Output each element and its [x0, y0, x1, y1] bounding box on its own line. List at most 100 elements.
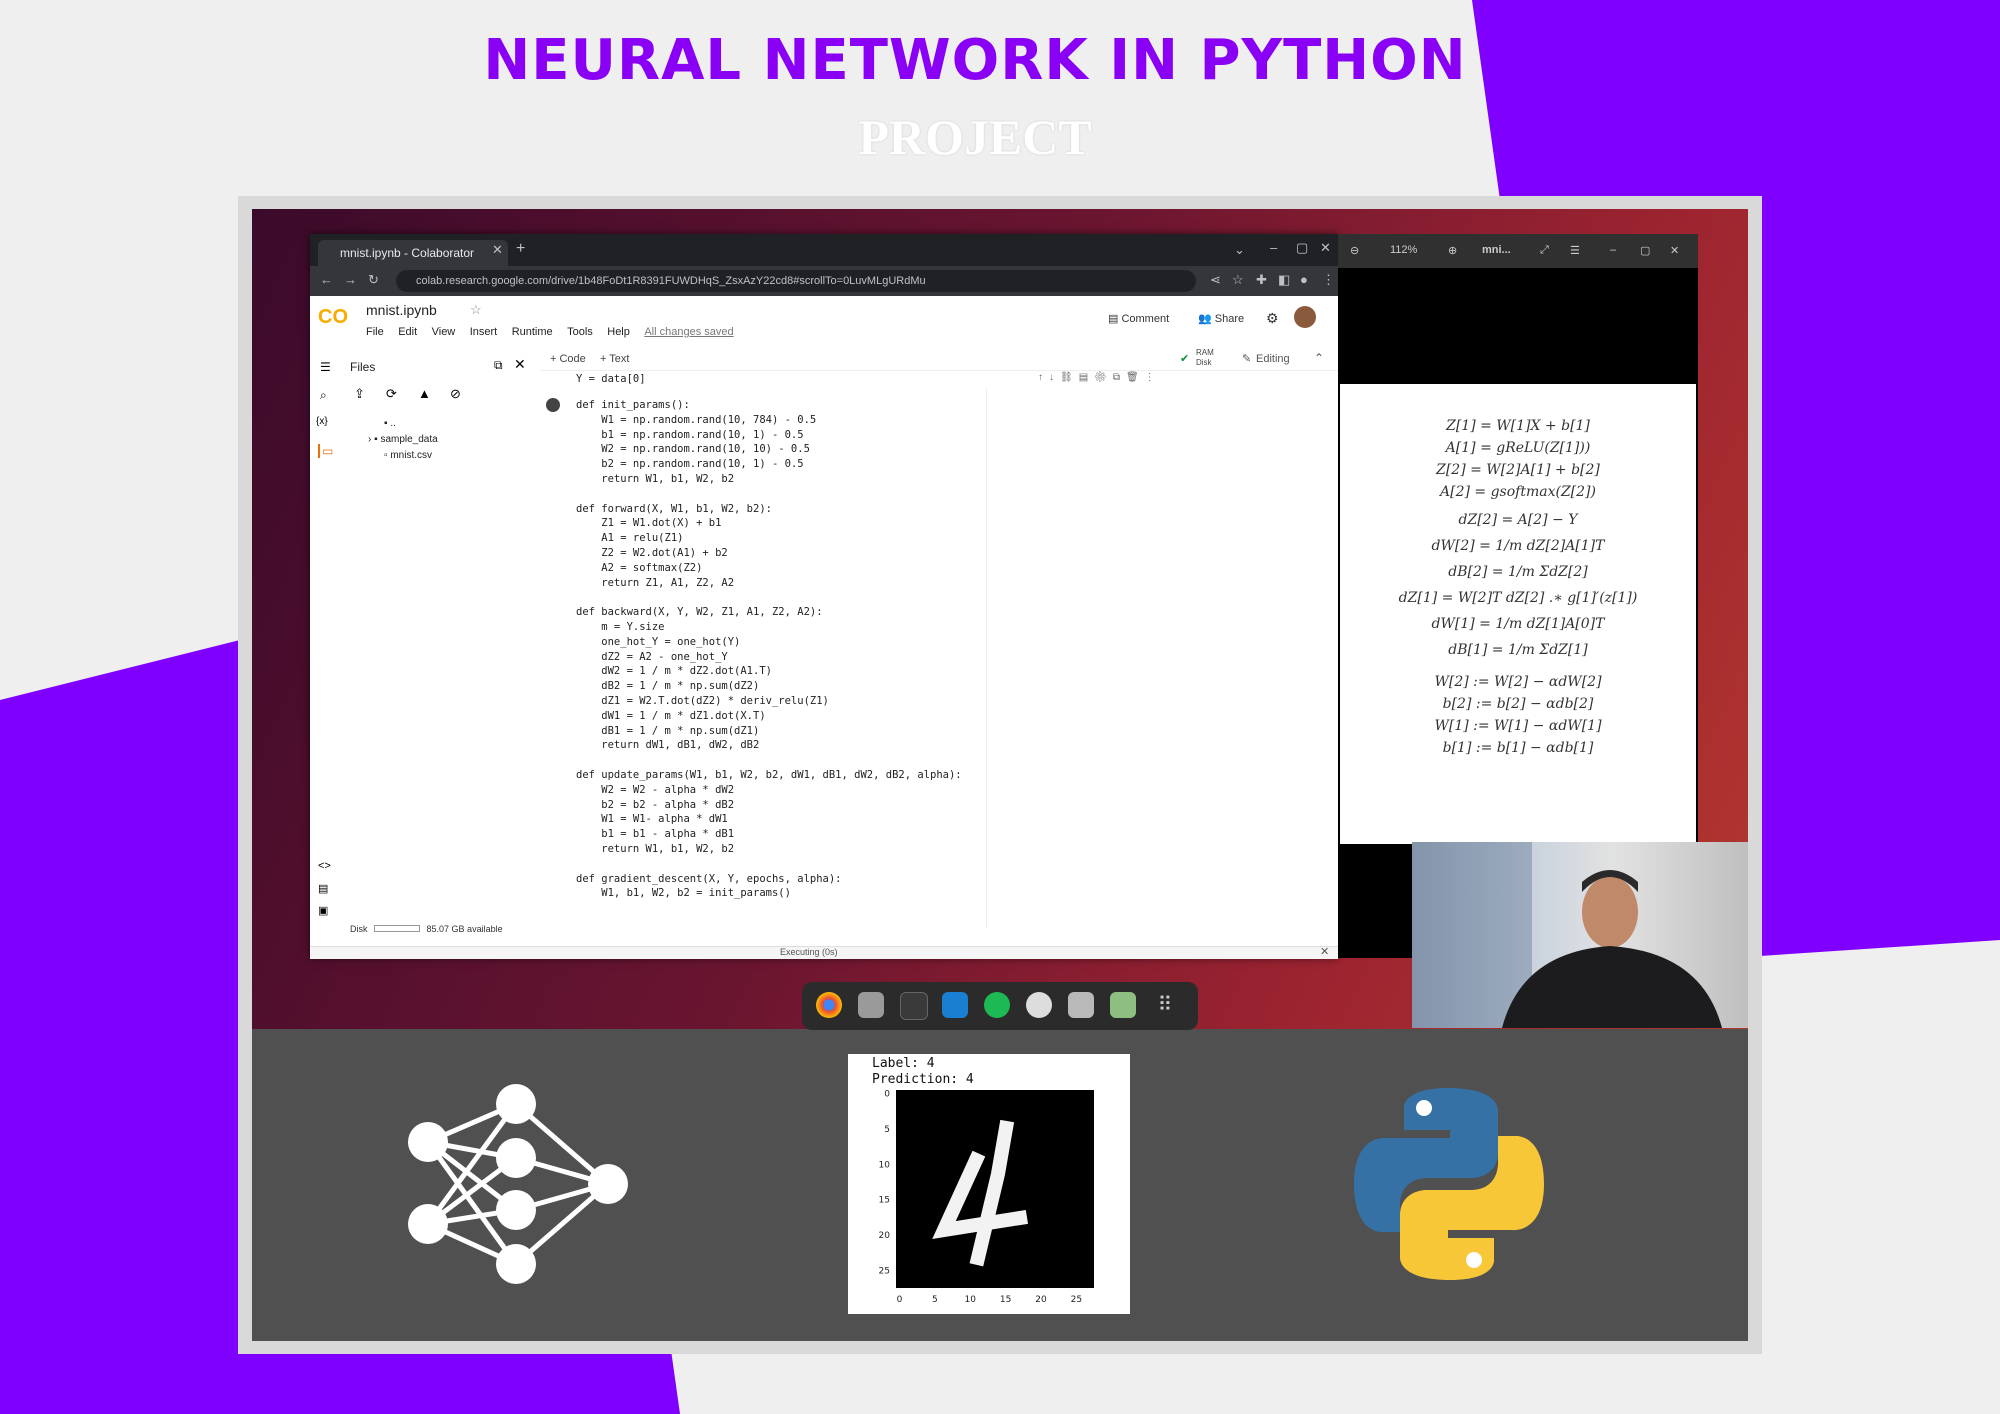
code-line: dZ1 = W2.T.dot(dZ2) * deriv_relu(Z1) [576, 694, 829, 707]
extensions-icon[interactable]: ✚ [1256, 272, 1267, 288]
close-window-icon[interactable]: ✕ [1320, 240, 1331, 256]
terminal-app-icon[interactable] [900, 992, 928, 1020]
code-line: def gradient_descent(X, Y, epochs, alpha… [576, 872, 842, 885]
file-tree-item[interactable]: ▫ mnist.csv [384, 450, 432, 461]
maximize-icon[interactable]: ▢ [1296, 240, 1308, 256]
menu-file[interactable]: File [366, 326, 384, 338]
bookmark-star-icon[interactable]: ☆ [1232, 272, 1244, 288]
page-subtitle: PROJECT [858, 109, 1092, 165]
comment-button[interactable]: ▤ Comment [1108, 312, 1169, 325]
pdf-minimize-icon[interactable]: – [1610, 244, 1616, 256]
x-tick-label: 5 [932, 1295, 938, 1305]
menu-help[interactable]: Help [607, 326, 630, 338]
new-window-icon[interactable]: ⧉ [494, 358, 503, 373]
equation-line: W[2] := W[2] − αdW[2] [1434, 674, 1602, 690]
app-grid-icon[interactable]: ⠿ [1152, 992, 1178, 1018]
code-line: b2 = np.random.rand(10, 1) - 0.5 [576, 458, 804, 471]
trash-icon[interactable] [1110, 992, 1136, 1018]
equation-line: dW[1] = 1/m dZ[1]A[0]T [1431, 616, 1605, 632]
close-tab-icon[interactable]: ✕ [492, 242, 503, 258]
share-button[interactable]: 👥 Share [1198, 312, 1244, 325]
close-pane-icon[interactable]: ✕ [514, 356, 526, 373]
equation-line: W[1] := W[1] − αdW[1] [1434, 718, 1602, 734]
tab-search-icon[interactable]: ⌄ [1234, 242, 1245, 258]
comment-icon: ▤ [1108, 313, 1122, 325]
colab-logo-icon[interactable]: CO [318, 306, 348, 329]
upload-file-icon[interactable]: ⇪ [354, 386, 365, 402]
forward-icon[interactable]: → [344, 272, 357, 287]
x-tick-label: 10 [965, 1295, 977, 1305]
zoom-out-icon[interactable]: ⊖ [1350, 244, 1359, 257]
menu-insert[interactable]: Insert [470, 326, 498, 338]
document-viewer-icon[interactable] [1068, 992, 1094, 1018]
avatar[interactable] [1294, 306, 1316, 328]
notebook-title[interactable]: mnist.ipynb [366, 302, 437, 318]
new-tab-icon[interactable]: + [516, 240, 525, 258]
equation-line: dZ[2] = A[2] − Y [1458, 512, 1578, 528]
code-line: def backward(X, Y, W2, Z1, A1, Z2, A2): [576, 606, 823, 619]
terminal-icon[interactable]: ▣ [318, 904, 328, 917]
side-panel-icon[interactable]: ◧ [1278, 272, 1290, 288]
variables-icon[interactable]: {x} [316, 416, 328, 427]
code-line: dB1 = 1 / m * np.sum(dZ1) [576, 724, 760, 737]
save-status[interactable]: All changes saved [644, 326, 733, 338]
code-line: W1, b1, W2, b2 = init_params() [576, 887, 791, 900]
profile-icon[interactable]: ● [1300, 272, 1308, 287]
back-icon[interactable]: ← [320, 272, 333, 287]
code-line: dW2 = 1 / m * dZ2.dot(A1.T) [576, 665, 772, 678]
pdf-menu-icon[interactable]: ☰ [1570, 244, 1580, 257]
star-icon[interactable]: ☆ [470, 302, 482, 318]
share-page-icon[interactable]: ⋖ [1210, 272, 1221, 288]
edit-pencil-icon[interactable]: ✎ [1242, 352, 1251, 365]
reload-icon[interactable]: ↻ [368, 272, 379, 288]
code-line: def init_params(): [576, 399, 690, 411]
files-app-icon[interactable] [858, 992, 884, 1018]
menu-runtime[interactable]: Runtime [512, 326, 553, 338]
address-bar[interactable]: colab.research.google.com/drive/1b48FoDt… [396, 270, 1196, 292]
files-title: Files [350, 360, 376, 374]
menu-view[interactable]: View [432, 326, 456, 338]
fullscreen-icon[interactable]: ⤢ [1540, 244, 1549, 257]
browser-menu-icon[interactable]: ⋮ [1322, 272, 1335, 288]
menu-edit[interactable]: Edit [398, 326, 417, 338]
label-text: Label: 4 [872, 1056, 935, 1071]
previous-cell-code[interactable]: Y = data[0] [576, 372, 646, 387]
spotify-icon[interactable] [984, 992, 1010, 1018]
toc-icon[interactable]: ☰ [320, 360, 331, 374]
code-snippets-icon[interactable]: <> [318, 860, 331, 872]
pdf-maximize-icon[interactable]: ▢ [1640, 244, 1650, 257]
mount-drive-icon[interactable]: ▲ [418, 386, 431, 401]
obs-icon[interactable] [1026, 992, 1052, 1018]
files-folder-icon[interactable]: ▭ [318, 444, 333, 458]
notebook-area: + Code + Text ✔ RAM Disk ✎ Editing ⌃ Y =… [540, 348, 1338, 946]
add-code-button[interactable]: + Code [550, 353, 586, 365]
zoom-in-icon[interactable]: ⊕ [1448, 244, 1457, 257]
browser-tab[interactable]: mnist.ipynb - Colaborator [318, 240, 508, 266]
refresh-folder-icon[interactable]: ⟳ [386, 386, 397, 402]
zoom-level[interactable]: 112% [1390, 244, 1417, 256]
code-line: A2 = softmax(Z2) [576, 561, 703, 574]
pdf-toolbar: ⊖ 112% ⊕ mni... ⤢ ☰ – ▢ ✕ [1338, 234, 1698, 268]
add-text-button[interactable]: + Text [600, 353, 629, 365]
run-cell-button[interactable] [546, 398, 560, 412]
close-status-icon[interactable]: ✕ [1320, 945, 1329, 958]
search-icon[interactable]: ⌕ [320, 388, 327, 403]
minimize-icon[interactable]: – [1270, 240, 1277, 255]
settings-gear-icon[interactable]: ⚙ [1266, 310, 1279, 327]
chrome-icon[interactable] [816, 992, 842, 1018]
menu-tools[interactable]: Tools [567, 326, 593, 338]
hide-files-icon[interactable]: ⊘ [450, 386, 461, 402]
cell-toolbar[interactable]: ↑↓⛓▤⚙⧉🗑⋮ [1038, 372, 1161, 383]
vscode-icon[interactable] [942, 992, 968, 1018]
file-tree-item[interactable]: › ▪ sample_data [368, 434, 438, 445]
collapse-header-icon[interactable]: ⌃ [1314, 351, 1324, 365]
command-palette-icon[interactable]: ▤ [318, 882, 328, 895]
file-tree-item[interactable]: ▪ .. [384, 418, 396, 429]
pdf-close-icon[interactable]: ✕ [1670, 244, 1679, 257]
editing-mode[interactable]: Editing [1256, 353, 1290, 365]
code-line: W2 = np.random.rand(10, 10) - 0.5 [576, 443, 810, 456]
equation-line: dB[1] = 1/m ΣdZ[1] [1448, 642, 1588, 658]
code-cell[interactable]: def init_params(): W1 = np.random.rand(1… [576, 398, 962, 901]
